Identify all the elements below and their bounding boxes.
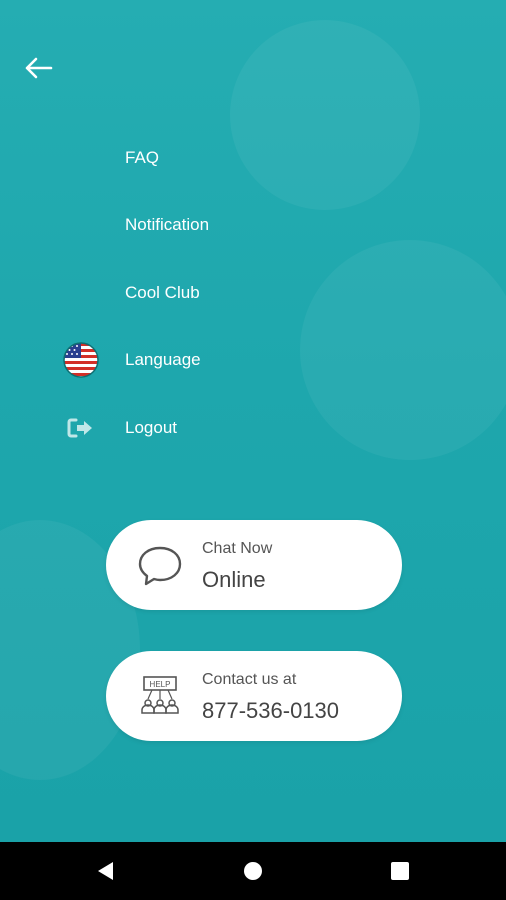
back-triangle-icon[interactable] bbox=[94, 859, 118, 883]
svg-text:HELP: HELP bbox=[150, 680, 171, 689]
help-desk-icon: HELP bbox=[136, 673, 184, 721]
back-button[interactable] bbox=[20, 50, 56, 86]
menu-item-label: Language bbox=[125, 350, 201, 369]
chat-bubble-icon bbox=[136, 542, 184, 590]
menu-item-notification[interactable]: Notification bbox=[0, 203, 506, 247]
menu-item-label: Logout bbox=[125, 418, 177, 437]
arrow-left-icon bbox=[25, 57, 53, 79]
chat-status: Online bbox=[202, 567, 266, 592]
menu-item-logout[interactable]: Logout bbox=[0, 406, 506, 450]
chat-now-subtitle: Chat Now bbox=[202, 540, 273, 557]
contact-card[interactable]: HELP Contact us at 877-536-0130 bbox=[106, 651, 402, 741]
contact-phone-number: 877-536-0130 bbox=[202, 698, 340, 723]
menu-item-label: Notification bbox=[125, 215, 210, 234]
us-flag-icon bbox=[62, 341, 100, 379]
menu-item-faq[interactable]: FAQ bbox=[0, 136, 506, 180]
recents-square-icon[interactable] bbox=[388, 859, 412, 883]
chat-now-card[interactable]: Chat Now Online bbox=[106, 520, 402, 610]
menu-item-label: FAQ bbox=[125, 148, 160, 167]
android-navigation-bar bbox=[0, 842, 506, 900]
menu-item-cool-club[interactable]: Cool Club bbox=[0, 271, 506, 315]
logout-icon bbox=[62, 409, 100, 447]
menu-screen: FAQ Notification Cool Club Language Logo… bbox=[0, 0, 506, 842]
menu-item-label: Cool Club bbox=[125, 283, 200, 302]
menu-item-language[interactable]: Language bbox=[0, 338, 506, 382]
home-circle-icon[interactable] bbox=[241, 859, 265, 883]
background-decoration bbox=[230, 20, 420, 210]
contact-subtitle: Contact us at bbox=[202, 671, 297, 688]
